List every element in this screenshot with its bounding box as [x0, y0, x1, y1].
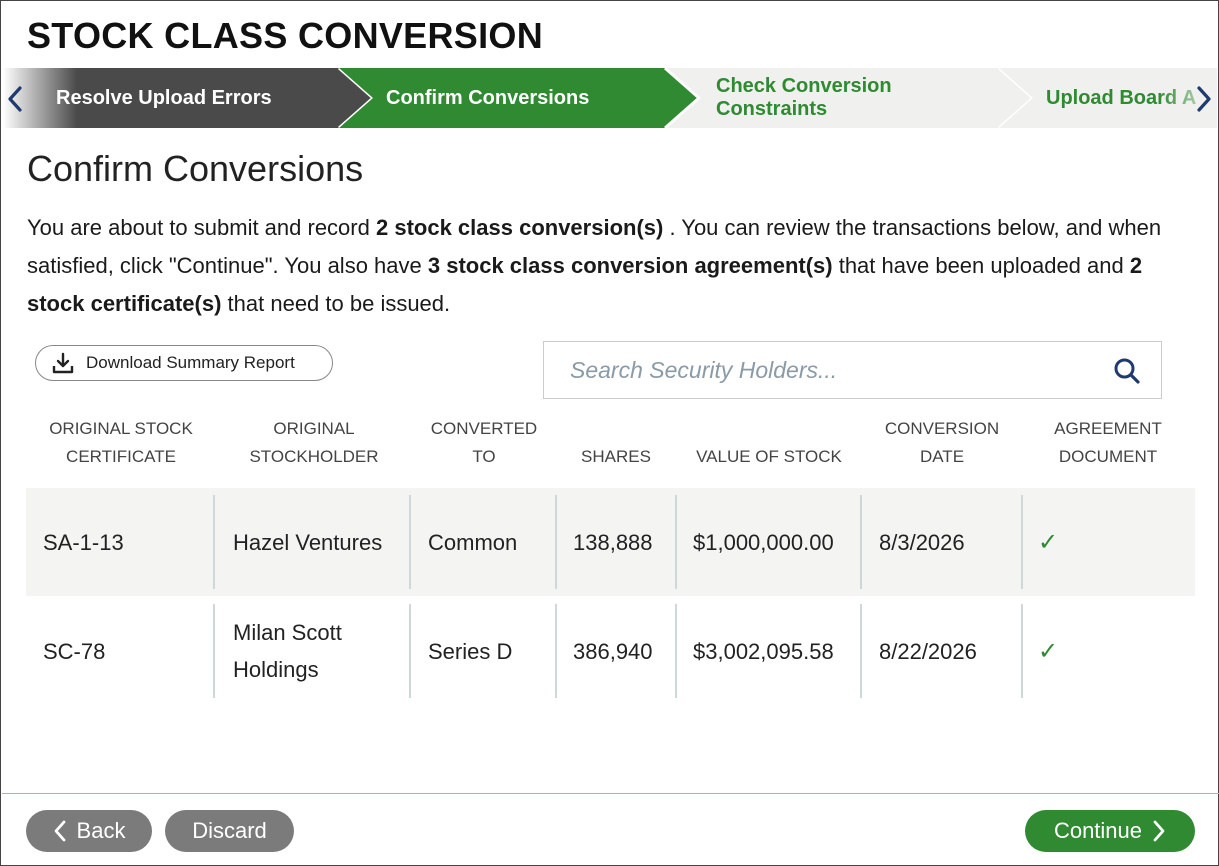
column-divider	[213, 495, 215, 589]
header-value-of-stock[interactable]: VALUE OF STOCK	[689, 443, 849, 471]
footer-divider	[2, 793, 1219, 794]
header-converted-to[interactable]: CONVERTED TO	[423, 415, 545, 471]
column-divider	[555, 495, 557, 589]
cell-value: $1,000,000.00	[693, 529, 834, 555]
step-confirm-conversions[interactable]: Confirm Conversions	[339, 68, 709, 128]
cell-shares: 386,940	[573, 638, 653, 664]
table-row[interactable]: SC-78 Milan Scott Holdings Series D 386,…	[26, 597, 1195, 705]
column-divider	[860, 604, 862, 698]
check-icon: ✓	[1038, 528, 1059, 556]
intro-text: that need to be issued.	[221, 291, 451, 316]
cell-converted-to: Series D	[428, 638, 513, 664]
header-agreement-document[interactable]: AGREEMENT DOCUMENT	[1043, 415, 1173, 471]
search-box	[543, 341, 1162, 399]
back-label: Back	[76, 818, 126, 843]
cell-certificate: SC-78	[43, 638, 106, 664]
intro-paragraph: You are about to submit and record 2 sto…	[27, 209, 1197, 323]
download-summary-report-button[interactable]: Download Summary Report	[35, 345, 333, 381]
header-conversion-date[interactable]: CONVERSION DATE	[877, 415, 1007, 471]
step-upload-board-approval[interactable]: Upload Board A	[999, 68, 1217, 128]
continue-button[interactable]: Continue	[1025, 810, 1195, 852]
cell-stockholder: Hazel Ventures	[233, 529, 383, 555]
step-label: Check Conversion Constraints	[716, 75, 892, 120]
step-resolve-upload-errors[interactable]: Resolve Upload Errors	[3, 68, 375, 128]
column-divider	[1021, 495, 1023, 589]
chevron-right-icon	[1152, 820, 1166, 842]
column-divider	[675, 495, 677, 589]
column-divider	[860, 495, 862, 589]
intro-text: that have been uploaded and	[832, 253, 1130, 278]
download-icon	[52, 352, 74, 374]
header-original-stockholder[interactable]: ORIGINAL STOCKHOLDER	[239, 415, 389, 471]
step-label: Confirm Conversions	[386, 86, 590, 109]
discard-label: Discard	[192, 818, 267, 843]
search-input[interactable]	[544, 342, 1104, 398]
chevron-left-icon[interactable]	[4, 85, 26, 113]
step-check-conversion-constraints[interactable]: Check Conversion Constraints	[667, 68, 1037, 128]
header-original-stock-certificate[interactable]: ORIGINAL STOCK CERTIFICATE	[41, 415, 201, 471]
cell-value: $3,002,095.58	[693, 638, 834, 664]
intro-text: You are about to submit and record	[27, 215, 376, 240]
stepper: Resolve Upload Errors Confirm Conversion…	[3, 68, 1217, 128]
check-icon: ✓	[1038, 637, 1059, 665]
column-divider	[213, 604, 215, 698]
chevron-left-icon	[53, 820, 67, 842]
app-window: STOCK CLASS CONVERSION Resolve Upload Er…	[0, 0, 1219, 866]
cell-date: 8/3/2026	[879, 529, 965, 555]
column-divider	[1021, 604, 1023, 698]
discard-button[interactable]: Discard	[165, 810, 294, 852]
cell-stockholder: Milan Scott Holdings	[233, 620, 342, 682]
step-label: Resolve Upload Errors	[56, 86, 272, 109]
cell-converted-to: Common	[428, 529, 518, 555]
column-divider	[409, 495, 411, 589]
search-icon[interactable]	[1113, 357, 1141, 390]
table-row[interactable]: SA-1-13 Hazel Ventures Common 138,888 $1…	[26, 488, 1195, 596]
column-divider	[409, 604, 411, 698]
intro-conversions-count: 2 stock class conversion(s)	[375, 215, 664, 240]
section-title: Confirm Conversions	[27, 148, 364, 189]
header-shares[interactable]: SHARES	[566, 443, 666, 471]
cell-certificate: SA-1-13	[43, 529, 124, 555]
app-title: STOCK CLASS CONVERSION	[27, 15, 543, 56]
column-divider	[675, 604, 677, 698]
chevron-right-icon[interactable]	[1193, 85, 1215, 113]
column-divider	[555, 604, 557, 698]
intro-agreements-count: 3 stock class conversion agreement(s)	[427, 253, 833, 278]
cell-shares: 138,888	[573, 529, 653, 555]
back-button[interactable]: Back	[26, 810, 152, 852]
download-label: Download Summary Report	[86, 353, 295, 372]
continue-label: Continue	[1053, 818, 1143, 843]
cell-date: 8/22/2026	[879, 638, 977, 664]
